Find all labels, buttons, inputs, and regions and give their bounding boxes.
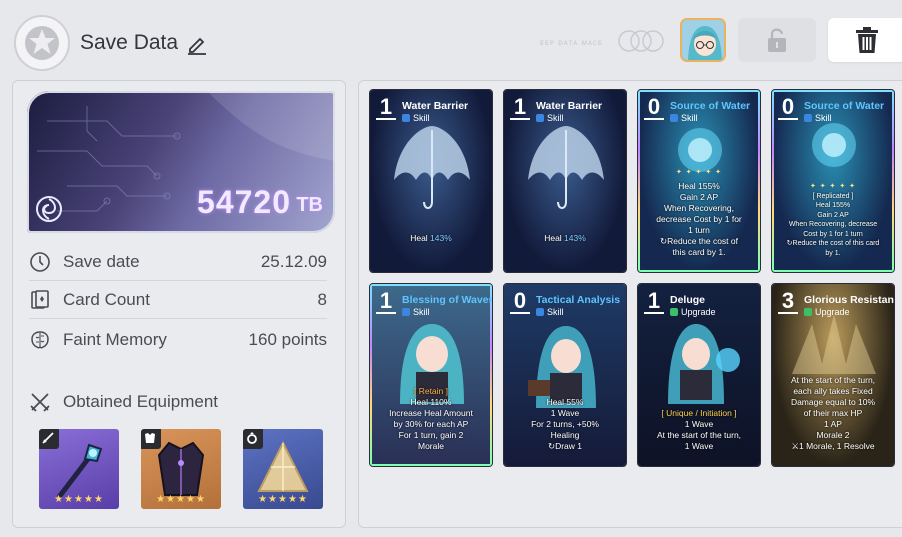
card-name: Blessing of Waves <box>402 294 493 306</box>
card-tactical-analysis[interactable]: 0 Tactical Analysis Skill Heal 55% 1 Wave… <box>503 283 627 467</box>
card-water-barrier[interactable]: 1 Water Barrier Skill Heal 143% <box>369 89 493 273</box>
card-cost: 1 <box>376 96 396 120</box>
skill-icon <box>402 308 410 316</box>
card-name: Deluge <box>670 294 706 306</box>
card-deluge[interactable]: 1 Deluge Upgrade [ Unique / Initiation ]… <box>637 283 761 467</box>
rings-logo-icon <box>618 30 664 52</box>
trash-icon <box>856 27 878 53</box>
rarity-stars: ★★★★★ <box>258 494 308 505</box>
unlock-icon <box>768 28 786 52</box>
card-stars: ✦ ✦ ✦ ✦ ✦ <box>809 183 857 190</box>
skill-icon <box>670 114 678 122</box>
edit-pencil-icon[interactable] <box>186 33 208 55</box>
stat-value: 160 points <box>248 330 327 349</box>
card-cost: 1 <box>376 290 396 314</box>
capacity-banner: 54720 TB <box>27 91 335 233</box>
stat-row-faint-memory: Faint Memory 160 points <box>29 321 327 359</box>
card-cost: 1 <box>510 96 530 120</box>
stat-row-save-date: Save date 25.12.09 <box>29 243 327 281</box>
card-source-of-water[interactable]: 0 Source of Water Skill ✦ ✦ ✦ ✦ ✦ Heal 1… <box>637 89 761 273</box>
card-type: Skill <box>402 307 430 317</box>
card-cost: 0 <box>644 96 664 120</box>
card-name: Water Barrier <box>536 100 603 112</box>
summary-panel: 54720 TB Save date 25.12.09 Card Count 8… <box>12 80 346 528</box>
card-water-barrier[interactable]: 1 Water Barrier Skill Heal 143% <box>503 89 627 273</box>
stat-label: Card Count <box>63 289 150 309</box>
skill-icon <box>402 114 410 122</box>
card-cost: 0 <box>510 290 530 314</box>
equipment-slot-armor[interactable]: ★★★★★ <box>141 429 221 509</box>
card-cost: 0 <box>778 96 798 120</box>
stat-row-card-count: Card Count 8 <box>29 281 327 319</box>
card-name: Source of Water <box>670 100 751 112</box>
page-title: Save Data <box>80 31 179 54</box>
card-cost: 1 <box>644 290 664 314</box>
skill-icon <box>804 114 812 122</box>
rarity-stars: ★★★★★ <box>54 494 104 505</box>
profile-emblem[interactable] <box>14 15 70 71</box>
card-name: Source of Water <box>804 100 885 112</box>
card-description: [ Replicated ] Heal 155% Gain 2 AP When Rec… <box>786 192 880 257</box>
swirl-logo-icon <box>36 196 62 222</box>
skill-icon <box>536 308 544 316</box>
character-avatar[interactable] <box>680 18 726 62</box>
equipment-heading: Obtained Equipment <box>29 391 218 413</box>
capacity-value: 54720 <box>197 184 291 220</box>
stat-label: Save date <box>63 251 140 271</box>
stat-value: 25.12.09 <box>260 251 327 271</box>
card-source-of-water-replicated[interactable]: 0 Source of Water Skill ✦ ✦ ✦ ✦ ✦ [ Repl… <box>771 89 895 273</box>
card-stars: ✦ ✦ ✦ ✦ ✦ <box>675 169 723 176</box>
card-glorious-resistance[interactable]: 3 Glorious Resistance Upgrade At the sta… <box>771 283 895 467</box>
upgrade-icon <box>804 308 812 316</box>
card-type: Skill <box>804 113 832 123</box>
star-emblem-icon <box>25 26 59 60</box>
card-type: Skill <box>536 113 564 123</box>
equipment-slot-accessory[interactable]: ★★★★★ <box>243 429 323 509</box>
card-type: Upgrade <box>804 307 850 317</box>
sword-icon <box>39 429 59 449</box>
card-description: [ Retain ] Heal 110% Increase Heal Amount b… <box>389 386 473 451</box>
avatar-portrait-icon <box>682 20 724 60</box>
card-description: [ Unique / Initiation ] 1 Wave At the star… <box>656 408 742 451</box>
delete-button[interactable] <box>828 18 902 62</box>
header: Save Data ᴇᴇᴘ ᴅᴀᴛᴀ ᴍᴀᴄᴇ <box>0 0 902 80</box>
upgrade-icon <box>670 308 678 316</box>
rarity-stars: ★★★★★ <box>156 494 206 505</box>
clock-icon <box>30 251 50 272</box>
card-name: Water Barrier <box>402 100 469 112</box>
crossed-swords-icon <box>30 393 50 412</box>
card-blessing-of-waves[interactable]: 1 Blessing of Waves Skill [ Retain ] Heal… <box>369 283 493 467</box>
card-name: Tactical Analysis <box>536 294 621 306</box>
card-name: Glorious Resistance <box>804 294 894 306</box>
armor-icon <box>141 429 161 449</box>
card-description: Heal 155% Gain 2 AP When Recovering, decrea… <box>656 181 742 257</box>
equipment-slot-weapon[interactable]: ★★★★★ <box>39 429 119 509</box>
card-description: Heal 143% <box>410 233 452 243</box>
card-description: At the start of the turn, each ally takes… <box>790 375 876 451</box>
stat-value: 8 <box>317 289 327 309</box>
card-type: Skill <box>402 113 430 123</box>
lock-button[interactable] <box>738 18 816 62</box>
card-description: Heal 143% <box>544 233 586 243</box>
faint-watermark: ᴇᴇᴘ ᴅᴀᴛᴀ ᴍᴀᴄᴇ <box>540 38 603 47</box>
brain-icon <box>31 331 49 349</box>
equipment-title: Obtained Equipment <box>63 392 218 411</box>
cards-icon <box>31 289 49 309</box>
card-type: Skill <box>670 113 698 123</box>
stat-label: Faint Memory <box>63 330 167 349</box>
capacity-unit: TB <box>296 194 323 216</box>
card-type: Skill <box>536 307 564 317</box>
skill-icon <box>536 114 544 122</box>
card-deck-panel: 1 Water Barrier Skill Heal 143% 1 Water … <box>358 80 902 528</box>
ring-icon <box>243 429 263 449</box>
card-cost: 3 <box>778 290 798 314</box>
card-type: Upgrade <box>670 307 716 317</box>
card-description: Heal 55% 1 Wave For 2 turns, +50% Healing ↻D… <box>531 397 599 451</box>
